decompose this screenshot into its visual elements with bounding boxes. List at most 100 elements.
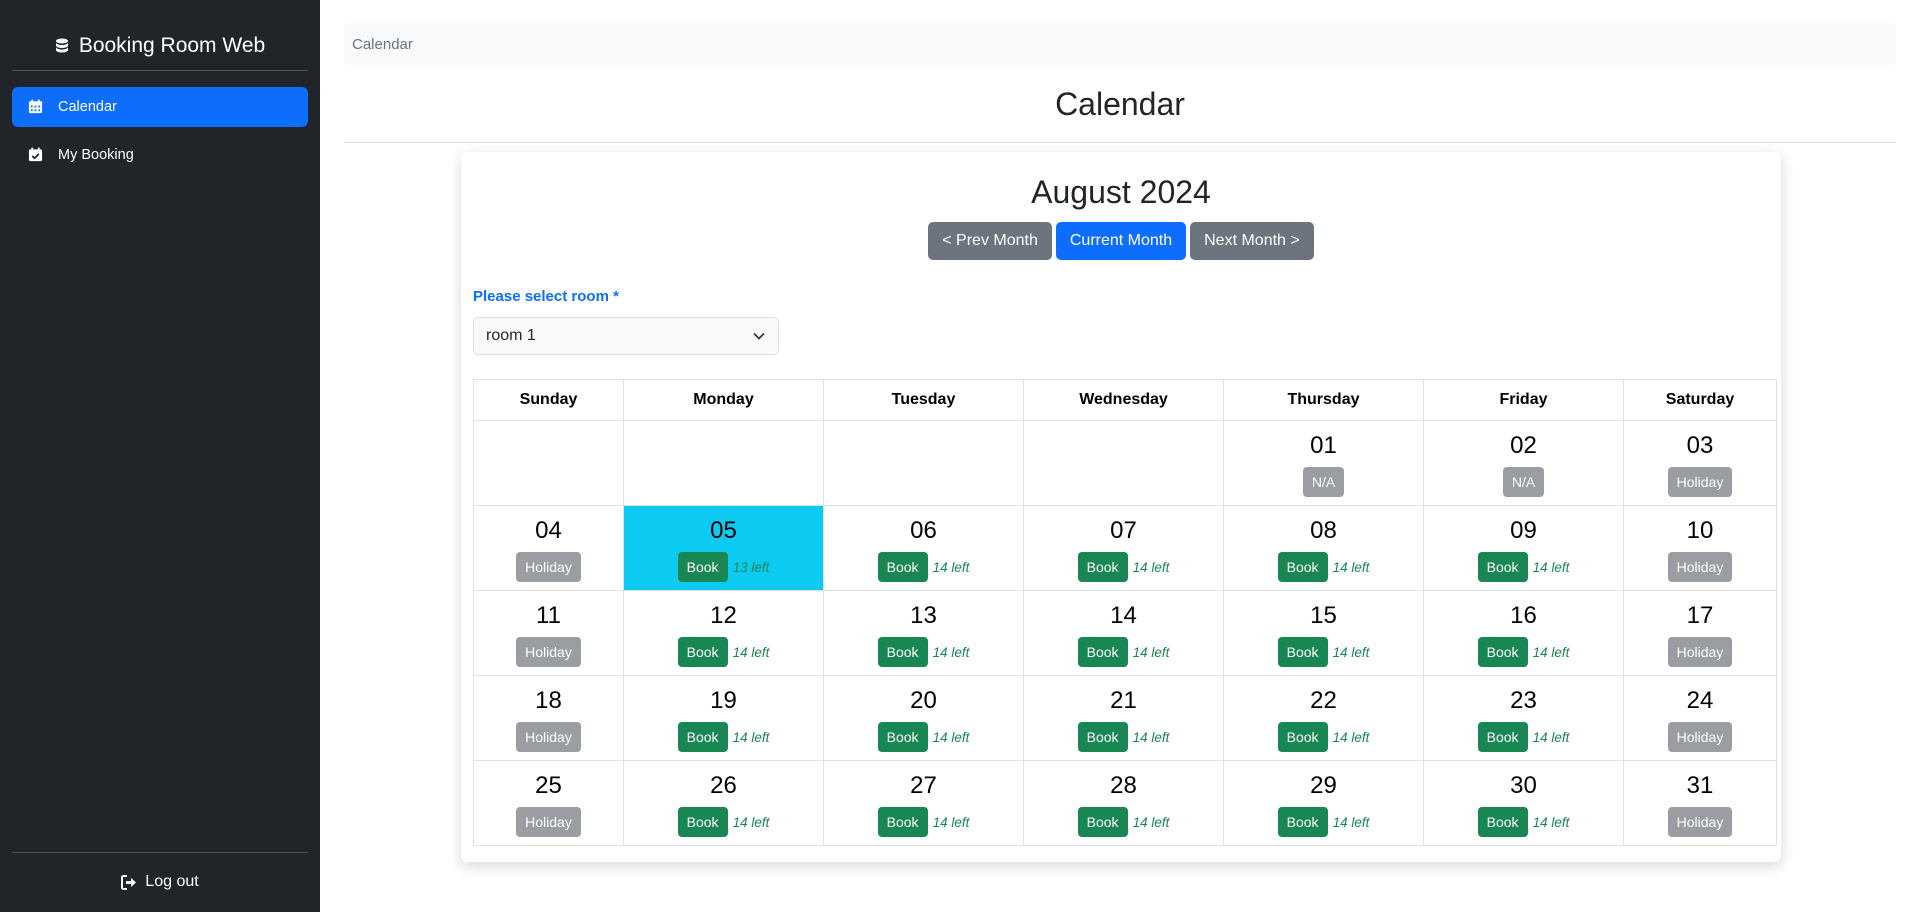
book-button[interactable]: Book: [1477, 552, 1528, 582]
slots-left-text: 14 left: [1532, 729, 1570, 745]
day-number: 28: [1110, 772, 1137, 799]
day-number: 18: [535, 687, 562, 714]
day-status: Holiday: [1624, 552, 1776, 582]
slots-left-text: 14 left: [1532, 559, 1570, 575]
day-status: Book 14 left: [824, 637, 1023, 667]
weekday-monday: Monday: [623, 379, 824, 421]
book-button[interactable]: Book: [877, 807, 928, 837]
book-button[interactable]: Book: [1277, 722, 1328, 752]
book-button[interactable]: Book: [1077, 722, 1128, 752]
day-number: 03: [1686, 432, 1714, 459]
slots-left-text: 13 left: [732, 559, 770, 575]
book-button[interactable]: Book: [1477, 807, 1528, 837]
weekday-header-row: Sunday Monday Tuesday Wednesday Thursday Frid…: [473, 379, 1777, 421]
day-status: N/A: [1424, 467, 1623, 497]
prev-month-button[interactable]: < Prev Month: [928, 222, 1052, 260]
day-status: Book 13 left: [624, 552, 823, 582]
holiday-badge: Holiday: [516, 722, 581, 752]
day-cell-17: 17 Holiday: [1623, 590, 1777, 676]
day-status: Holiday: [474, 552, 623, 582]
slots-left-text: 14 left: [1132, 729, 1170, 745]
book-button[interactable]: Book: [677, 807, 728, 837]
day-number: 04: [535, 517, 562, 544]
day-status: Book 14 left: [624, 807, 823, 837]
slots-left-text: 14 left: [732, 814, 770, 830]
holiday-badge: Holiday: [516, 637, 581, 667]
weekday-friday: Friday: [1423, 379, 1624, 421]
day-cell-14: 14 Book 14 left: [1023, 590, 1224, 676]
chevron-down-icon: [752, 331, 766, 341]
book-button[interactable]: Book: [1477, 637, 1528, 667]
day-cell-03: 03 Holiday: [1623, 420, 1777, 506]
day-number: 19: [710, 687, 737, 714]
day-number: 11: [536, 602, 561, 629]
slots-left-text: 14 left: [1532, 814, 1570, 830]
day-cell-28: 28 Book 14 left: [1023, 760, 1224, 846]
day-status: Book 14 left: [1024, 552, 1223, 582]
day-number: 09: [1510, 517, 1537, 544]
day-number: 24: [1686, 687, 1714, 714]
slots-left-text: 14 left: [732, 729, 770, 745]
book-button[interactable]: Book: [877, 637, 928, 667]
day-number: 15: [1310, 602, 1337, 629]
book-button[interactable]: Book: [1277, 807, 1328, 837]
book-button[interactable]: Book: [1277, 552, 1328, 582]
day-cell-09: 09 Book 14 left: [1423, 505, 1624, 591]
calendar-grid: Sunday Monday Tuesday Wednesday Thursday Frid…: [473, 379, 1777, 846]
day-cell-01: 01 N/A: [1223, 420, 1424, 506]
book-button[interactable]: Book: [1277, 637, 1328, 667]
slots-left-text: 14 left: [932, 559, 970, 575]
logout-button[interactable]: Log out: [12, 866, 308, 898]
book-button[interactable]: Book: [1077, 807, 1128, 837]
day-cell-23: 23 Book 14 left: [1423, 675, 1624, 761]
book-button[interactable]: Book: [677, 722, 728, 752]
day-number: 02: [1510, 432, 1537, 459]
sidebar-item-calendar[interactable]: Calendar: [12, 87, 308, 127]
room-select[interactable]: room 1: [473, 317, 779, 355]
empty-day-cell: [1023, 420, 1224, 506]
calendar-week-row: 11 Holiday 12 Book 14 left 13 Book 14 left 14 Boo…: [473, 590, 1777, 676]
brand-title: Booking Room Web: [78, 34, 266, 57]
sidebar-nav: Calendar My Booking: [12, 87, 308, 183]
day-status: Book 14 left: [1224, 807, 1423, 837]
slots-left-text: 14 left: [732, 644, 770, 660]
slots-left-text: 14 left: [1332, 729, 1370, 745]
sidebar-item-label: My Booking: [58, 147, 134, 163]
day-cell-12: 12 Book 14 left: [623, 590, 824, 676]
day-status: Book 14 left: [824, 807, 1023, 837]
logout-divider: [12, 852, 308, 853]
day-number: 22: [1310, 687, 1337, 714]
breadcrumb-item[interactable]: Calendar: [352, 36, 413, 53]
day-status: Holiday: [1624, 637, 1776, 667]
book-button[interactable]: Book: [1077, 637, 1128, 667]
day-number: 23: [1510, 687, 1537, 714]
day-cell-06: 06 Book 14 left: [823, 505, 1024, 591]
day-number: 21: [1110, 687, 1137, 714]
book-button[interactable]: Book: [677, 552, 728, 582]
day-cell-19: 19 Book 14 left: [623, 675, 824, 761]
day-number: 31: [1686, 772, 1714, 799]
logout-icon: [121, 874, 137, 890]
day-status: Book 14 left: [1024, 722, 1223, 752]
day-cell-08: 08 Book 14 left: [1223, 505, 1424, 591]
holiday-badge: Holiday: [1667, 807, 1733, 837]
title-divider: [344, 142, 1896, 143]
day-status: Book 14 left: [1024, 807, 1223, 837]
book-button[interactable]: Book: [1077, 552, 1128, 582]
logout-label: Log out: [145, 873, 199, 890]
holiday-badge: Holiday: [1667, 552, 1733, 582]
empty-day-cell: [823, 420, 1024, 506]
book-button[interactable]: Book: [877, 722, 928, 752]
day-status: Holiday: [474, 807, 623, 837]
book-button[interactable]: Book: [677, 637, 728, 667]
book-button[interactable]: Book: [1477, 722, 1528, 752]
database-icon: [55, 38, 69, 54]
calendar-week-row: 04 Holiday 05 Book 13 left 06 Book 14 left 07 Boo…: [473, 505, 1777, 591]
month-title: August 2024: [1031, 174, 1211, 210]
sidebar-item-my-booking[interactable]: My Booking: [12, 135, 308, 175]
book-button[interactable]: Book: [877, 552, 928, 582]
next-month-button[interactable]: Next Month >: [1190, 222, 1314, 260]
current-month-button[interactable]: Current Month: [1055, 222, 1187, 260]
day-number: 10: [1686, 517, 1714, 544]
brand[interactable]: Booking Room Web: [12, 22, 308, 70]
